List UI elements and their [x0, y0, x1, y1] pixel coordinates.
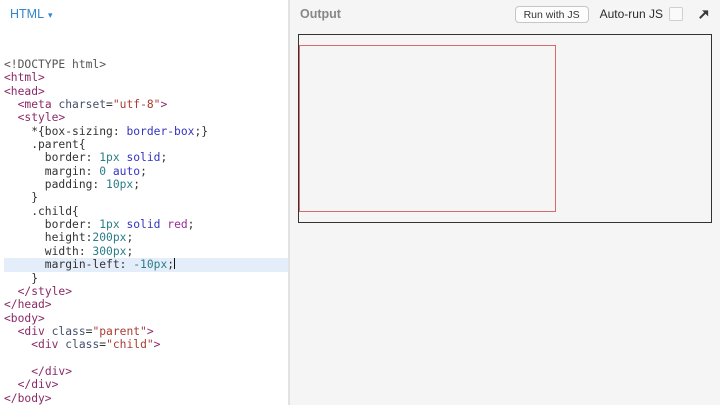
code-line[interactable]: <!DOCTYPE html>	[4, 58, 288, 71]
code-line[interactable]: <div class="parent">	[4, 325, 288, 338]
code-line[interactable]	[4, 352, 288, 365]
code-line[interactable]: height:200px;	[4, 231, 288, 244]
editor-header: HTML ▾	[0, 0, 288, 28]
html-language-dropdown[interactable]: HTML ▾	[10, 7, 53, 21]
code-line[interactable]: margin-left: -10px;	[4, 258, 288, 272]
code-line[interactable]: </div>	[4, 365, 288, 378]
code-lines: <!DOCTYPE html> <html> <head> <meta charse…	[4, 58, 288, 405]
language-label: HTML	[10, 7, 45, 21]
code-line[interactable]: }	[4, 191, 288, 204]
code-editor-pane: HTML ▾ <!DOCTYPE html> <html> <head> <meta…	[0, 0, 288, 405]
code-line[interactable]: <head>	[4, 85, 288, 98]
rendered-parent-box	[298, 34, 712, 223]
code-line[interactable]: .parent{	[4, 138, 288, 151]
code-line[interactable]: width: 300px;	[4, 245, 288, 258]
output-header: Output Run with JS Auto-run JS	[290, 0, 720, 26]
run-with-js-button[interactable]: Run with JS	[514, 5, 589, 23]
code-line[interactable]: <html>	[4, 71, 288, 84]
northeast-arrow-icon	[697, 8, 710, 21]
code-line[interactable]: .child{	[4, 205, 288, 218]
chevron-down-icon: ▾	[48, 9, 53, 20]
code-line[interactable]: <div class="child">	[4, 338, 288, 351]
output-pane: Output Run with JS Auto-run JS	[290, 0, 720, 405]
code-line[interactable]: border: 1px solid;	[4, 151, 288, 164]
autorun-js-label: Auto-run JS	[599, 7, 663, 21]
code-line[interactable]: </div>	[4, 378, 288, 391]
code-line[interactable]: margin: 0 auto;	[4, 165, 288, 178]
rendered-result-area	[290, 26, 720, 231]
code-line[interactable]: </body>	[4, 392, 288, 405]
code-line[interactable]: </style>	[4, 285, 288, 298]
code-line[interactable]: </head>	[4, 298, 288, 311]
code-line[interactable]: padding: 10px;	[4, 178, 288, 191]
code-line[interactable]: border: 1px solid red;	[4, 218, 288, 231]
code-editor[interactable]: <!DOCTYPE html> <html> <head> <meta charse…	[0, 28, 288, 405]
code-line[interactable]: <meta charset="utf-8">	[4, 98, 288, 111]
code-line[interactable]: }	[4, 272, 288, 285]
rendered-child-box	[299, 45, 556, 212]
code-line[interactable]: *{box-sizing: border-box;}	[4, 125, 288, 138]
code-line[interactable]: <style>	[4, 111, 288, 124]
output-title: Output	[300, 7, 341, 21]
tryit-editor-app: HTML ▾ <!DOCTYPE html> <html> <head> <meta…	[0, 0, 720, 405]
expand-output-button[interactable]	[696, 7, 710, 21]
code-line[interactable]: <body>	[4, 312, 288, 325]
text-cursor	[174, 258, 176, 270]
autorun-checkbox[interactable]	[669, 7, 683, 21]
